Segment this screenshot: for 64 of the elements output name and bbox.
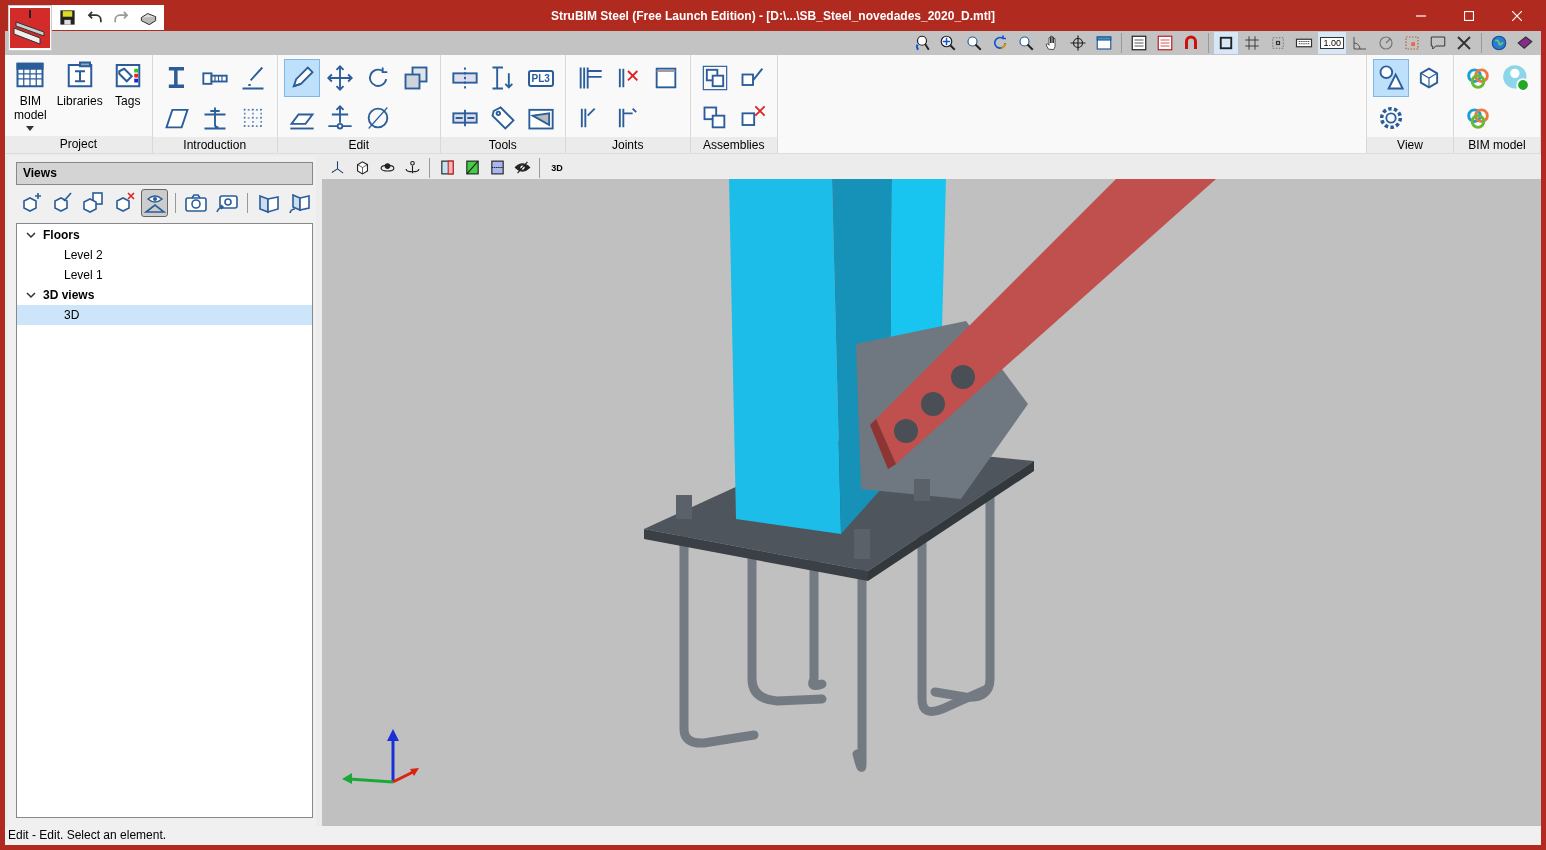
ribbon-group-label: Project [5, 136, 152, 153]
ribbon-group-label: View [1367, 137, 1453, 153]
ribbon-group-label: Tools [440, 137, 565, 153]
tree-item[interactable]: Floors [17, 225, 312, 245]
status-text: Edit - Edit. Select an element. [5, 826, 1541, 845]
clip-plane-icon [488, 159, 506, 176]
close-icon [1512, 10, 1522, 21]
ribbon-group-label: Introduction [152, 137, 277, 153]
globe-icon [1490, 34, 1508, 52]
tools-icon [1455, 34, 1473, 52]
zoom-icon [1017, 34, 1036, 52]
orbit-icon [1069, 34, 1088, 52]
crane-beam-logo-icon [10, 8, 50, 48]
panel-tool-button[interactable] [141, 189, 168, 217]
grid-icon [1243, 34, 1262, 52]
hide-icon [513, 159, 531, 176]
settings-icon [1377, 104, 1405, 132]
view-copy-icon [81, 191, 105, 215]
ribbon-button[interactable]: Libraries [53, 59, 106, 135]
tree-item[interactable]: 3D views [17, 285, 312, 305]
assembly-icon [700, 64, 729, 92]
table-icon [15, 60, 46, 90]
comment-icon [1429, 34, 1447, 52]
maximize-icon [1464, 10, 1474, 21]
ribbon-button[interactable]: Tags [109, 59, 146, 135]
axes-icon [342, 729, 419, 784]
tree-item[interactable]: 3D [17, 305, 312, 325]
document-export-icon [1156, 34, 1175, 52]
panel-title: Views [16, 162, 313, 185]
minimize-icon [1416, 14, 1426, 17]
zoom-extents-icon [939, 34, 958, 52]
app-menu-button[interactable] [8, 5, 52, 51]
move-icon [325, 64, 354, 92]
zoom-icon [965, 34, 984, 52]
ribbon-group-label: BIM model [1454, 137, 1540, 153]
ribbon-button[interactable] [1373, 59, 1409, 97]
chevron-down-icon [25, 289, 37, 301]
user-avatar-icon [1502, 64, 1530, 92]
ribbon-group-label: Edit [277, 137, 440, 153]
clip-plane-icon [463, 159, 481, 176]
toolbar-button[interactable]: 1.00 [1318, 32, 1346, 54]
document-icon [1130, 34, 1149, 52]
camera-icon [184, 191, 209, 215]
frame-icon [1403, 34, 1421, 52]
move-point-icon [325, 104, 354, 132]
circle-icon [1377, 34, 1395, 52]
chevron-down-icon [25, 229, 37, 241]
ribbon-button[interactable]: PL3 [522, 59, 559, 97]
zoom-previous-icon [913, 34, 932, 52]
regenerate-icon [991, 34, 1010, 52]
ribbon-button[interactable] [283, 59, 320, 97]
book-icon [1516, 34, 1534, 52]
save-icon [58, 8, 77, 27]
toolbar-button[interactable] [1214, 32, 1239, 54]
viewport-tool-button[interactable]: 3D [546, 157, 568, 178]
ribbon-group-label: Assemblies [690, 137, 777, 153]
tree-item[interactable]: Level 1 [17, 265, 312, 285]
ribbon-button[interactable]: BIM model [11, 59, 50, 135]
ribbon-group-label: Joints [565, 137, 690, 153]
window-title: StruBIM Steel (Free Launch Edition) - [D:\...\SB_Steel_novedades_2020_D.mtl] [550, 9, 996, 23]
clip-plane-icon [438, 159, 456, 176]
window-icon [1095, 34, 1114, 52]
tree-item[interactable]: Level 2 [17, 245, 312, 265]
angle-icon [1351, 34, 1369, 52]
